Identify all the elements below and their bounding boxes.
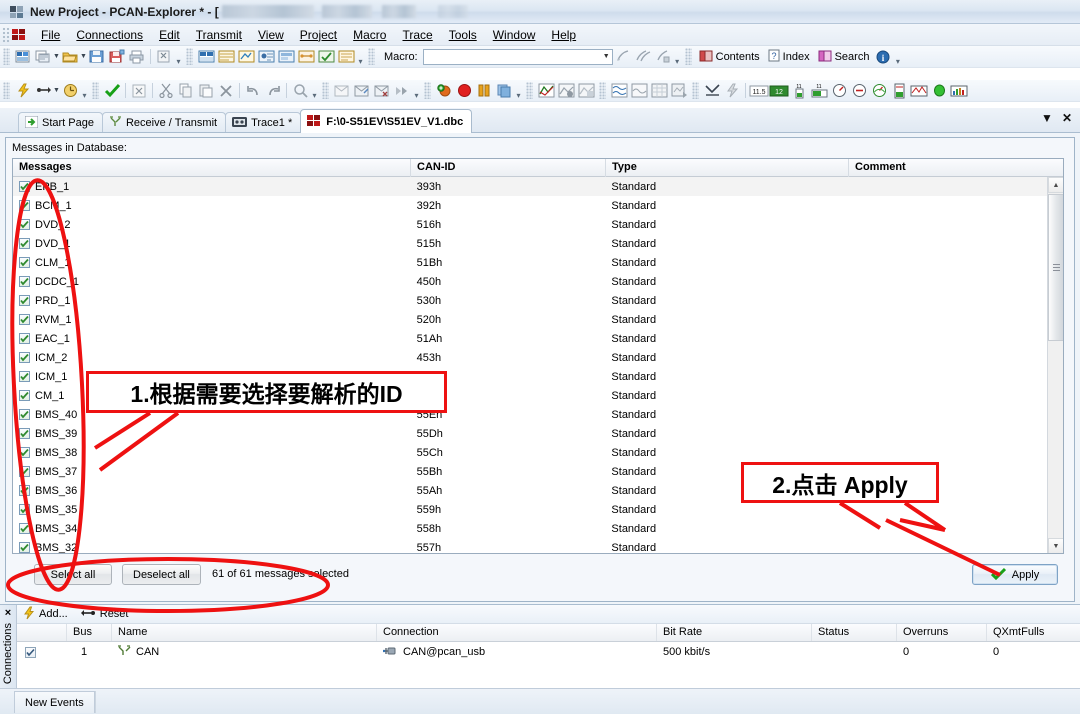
- annotation-leader-2: [838, 501, 947, 532]
- annotation-overlay: [6, 178, 1001, 613]
- annotation-callout-1: 1.根据需要选择要解析的ID: [86, 371, 447, 413]
- tab-dbc-file-label: F:\0-S51EV\S51EV_V1.dbc: [326, 115, 464, 128]
- annotation-ellipse-select-status: [6, 557, 330, 613]
- pcan-icon: [307, 114, 322, 130]
- annotation-callout-2: 2.点击 Apply: [741, 462, 939, 503]
- tab-dbc-file[interactable]: F:\0-S51EV\S51EV_V1.dbc: [300, 109, 473, 133]
- application-window: New Project - PCAN-Explorer * - [ File C…: [0, 0, 1080, 714]
- annotation-leader-1: [93, 411, 180, 472]
- annotation-ellipse-checkboxes: [10, 178, 86, 592]
